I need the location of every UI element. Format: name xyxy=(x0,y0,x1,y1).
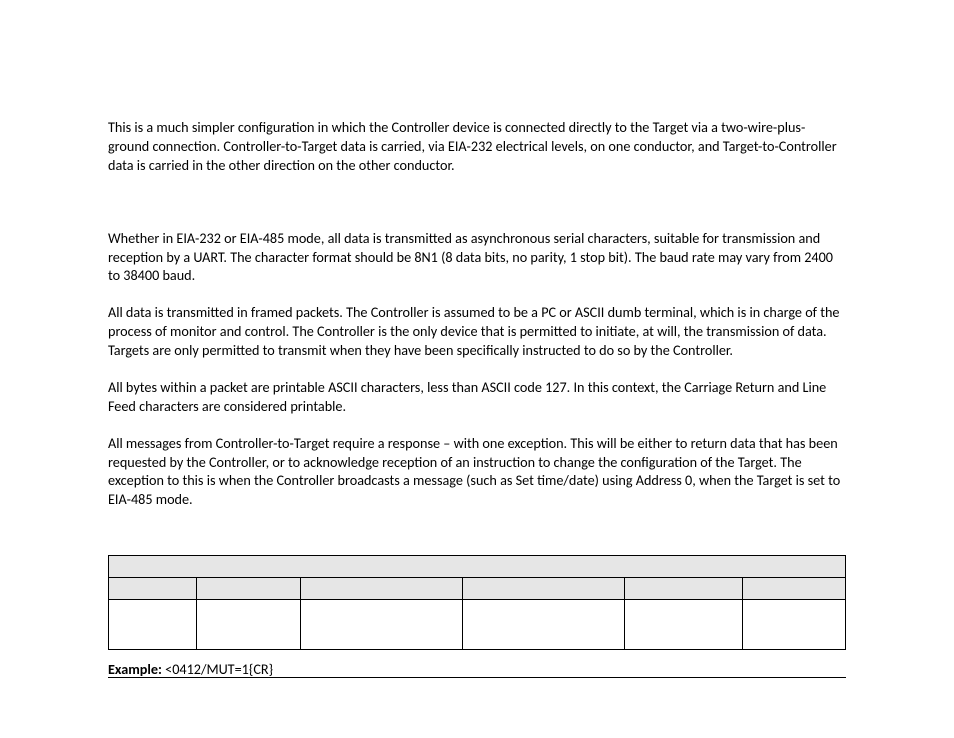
table-cell xyxy=(300,600,462,650)
example-line: Example: <0412/MUT=1{CR} xyxy=(108,660,846,678)
table-header-row xyxy=(109,578,846,600)
table-header-cell xyxy=(300,578,462,600)
table-header-cell xyxy=(197,578,300,600)
paragraph-response: All messages from Controller-to-Target r… xyxy=(108,434,846,510)
table-cell xyxy=(462,600,624,650)
section-spacer xyxy=(108,193,846,229)
table-header-cell xyxy=(462,578,624,600)
table-title-row xyxy=(109,556,846,578)
table-spacer xyxy=(108,527,846,551)
paragraph-ascii: All bytes within a packet are printable … xyxy=(108,378,846,416)
table-cell xyxy=(742,600,845,650)
table-cell xyxy=(109,600,197,650)
table-cell xyxy=(624,600,742,650)
example-value: <0412/MUT=1{CR} xyxy=(165,660,273,678)
paragraph-packets: All data is transmitted in framed packet… xyxy=(108,303,846,360)
table-header-cell xyxy=(624,578,742,600)
page-content: This is a much simpler configuration in … xyxy=(0,0,954,738)
table-data-row xyxy=(109,600,846,650)
table-title-cell xyxy=(109,556,846,578)
paragraph-intro: This is a much simpler configuration in … xyxy=(108,118,846,175)
table-header-cell xyxy=(109,578,197,600)
footer-divider xyxy=(108,677,846,678)
example-label: Example: xyxy=(108,660,162,678)
paragraph-mode: Whether in EIA-232 or EIA-485 mode, all … xyxy=(108,229,846,286)
packet-structure-table xyxy=(108,555,846,650)
table-cell xyxy=(197,600,300,650)
table-header-cell xyxy=(742,578,845,600)
